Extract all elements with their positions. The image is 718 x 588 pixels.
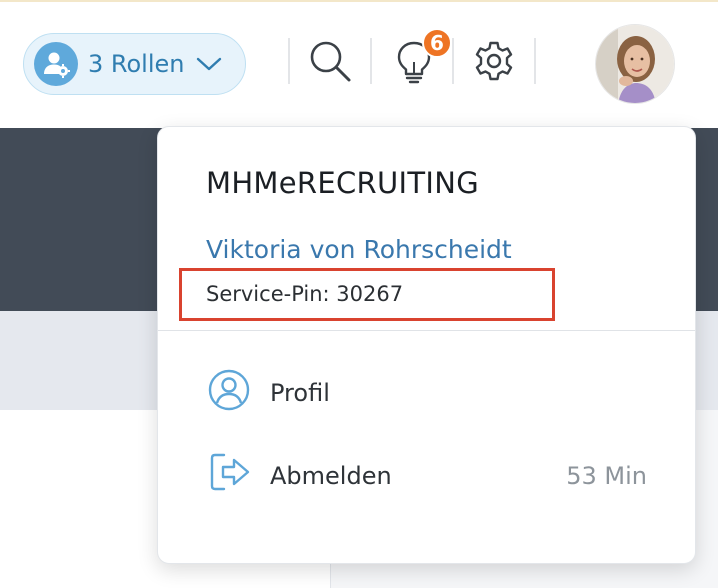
user-name-link[interactable]: Viktoria von Rohrscheidt: [206, 235, 512, 264]
organization-name: MHMeRECRUITING: [206, 166, 479, 200]
avatar[interactable]: [595, 24, 675, 104]
dropdown-divider: [158, 330, 695, 331]
menu-item-label: Abmelden: [270, 462, 392, 490]
roles-selector-button[interactable]: 3 Rollen: [23, 33, 246, 95]
menu-item-label: Profil: [270, 379, 330, 407]
user-settings-icon: [34, 42, 78, 86]
profile-dropdown: MHMeRECRUITING Viktoria von Rohrscheidt …: [157, 126, 696, 564]
session-timer: 53 Min: [566, 462, 647, 490]
roles-label: 3 Rollen: [88, 50, 185, 78]
menu-item-logout[interactable]: Abmelden 53 Min: [158, 442, 695, 506]
toolbar-divider: [452, 38, 454, 84]
toolbar-divider: [370, 38, 372, 84]
settings-button[interactable]: [472, 39, 516, 83]
search-icon: [310, 41, 351, 82]
toolbar-divider: [534, 38, 536, 84]
chevron-down-icon: [196, 57, 221, 71]
highlight-box: [179, 268, 555, 321]
menu-item-profile[interactable]: Profil: [158, 359, 695, 423]
logout-icon: [210, 453, 250, 491]
top-border: [0, 0, 718, 2]
toolbar-divider: [288, 38, 290, 84]
search-button[interactable]: [306, 38, 354, 84]
gear-icon: [475, 41, 513, 81]
user-circle-icon: [208, 369, 250, 411]
notification-count-badge: 6: [422, 28, 452, 58]
